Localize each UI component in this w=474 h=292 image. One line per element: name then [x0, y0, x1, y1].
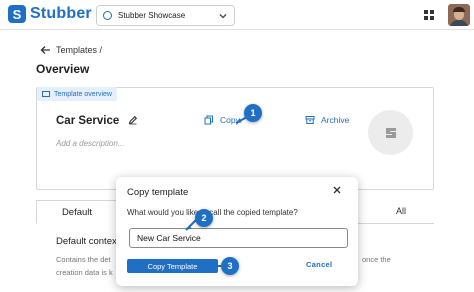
- stubber-logo[interactable]: S Stubber: [8, 5, 92, 23]
- description-placeholder[interactable]: Add a description...: [56, 139, 124, 148]
- organization-name: Stubber Showcase: [118, 11, 186, 20]
- section-text-right: once the: [362, 255, 391, 264]
- archive-icon: [305, 116, 315, 124]
- copy-icon: [204, 115, 213, 125]
- copy-button[interactable]: Copy: [204, 115, 240, 125]
- copy-label: Copy: [220, 115, 240, 125]
- back-arrow-icon[interactable]: [40, 45, 51, 55]
- apps-grid-icon[interactable]: [424, 10, 434, 20]
- section-text-line: creation data is k: [56, 268, 113, 277]
- edit-pencil-icon[interactable]: [128, 115, 138, 125]
- tab-all[interactable]: All: [396, 206, 406, 216]
- logo-mark-icon: S: [8, 5, 26, 23]
- tab-default[interactable]: Default: [36, 200, 118, 224]
- top-bar: S Stubber Stubber Showcase: [0, 0, 474, 30]
- breadcrumb[interactable]: Templates /: [56, 45, 102, 55]
- chip-label: Template overview: [54, 90, 112, 98]
- template-logo-icon: [385, 127, 396, 138]
- section-title: Default contex: [56, 236, 117, 247]
- template-overview-chip: Template overview: [37, 87, 117, 101]
- overview-icon: [42, 91, 50, 97]
- section-text-line: Contains the det: [56, 255, 111, 264]
- copy-template-button[interactable]: Copy Template: [127, 259, 218, 273]
- close-icon[interactable]: [332, 185, 342, 195]
- dialog-title: Copy template: [127, 187, 189, 198]
- page-title: Overview: [36, 62, 90, 76]
- template-avatar[interactable]: [368, 110, 413, 155]
- chevron-down-icon: [219, 14, 227, 19]
- archive-label: Archive: [321, 115, 350, 125]
- logo-text: Stubber: [30, 5, 92, 22]
- step-badge-1: 1: [244, 104, 262, 122]
- archive-button[interactable]: Archive: [305, 115, 349, 125]
- step-badge-2: 2: [195, 209, 213, 227]
- user-avatar[interactable]: [448, 4, 470, 26]
- organization-icon: [103, 11, 112, 20]
- cancel-button[interactable]: Cancel: [306, 260, 332, 269]
- step-badge-3: 3: [221, 257, 239, 275]
- template-name-input[interactable]: [129, 228, 348, 248]
- organization-select[interactable]: Stubber Showcase: [96, 5, 235, 26]
- template-name: Car Service: [56, 115, 120, 127]
